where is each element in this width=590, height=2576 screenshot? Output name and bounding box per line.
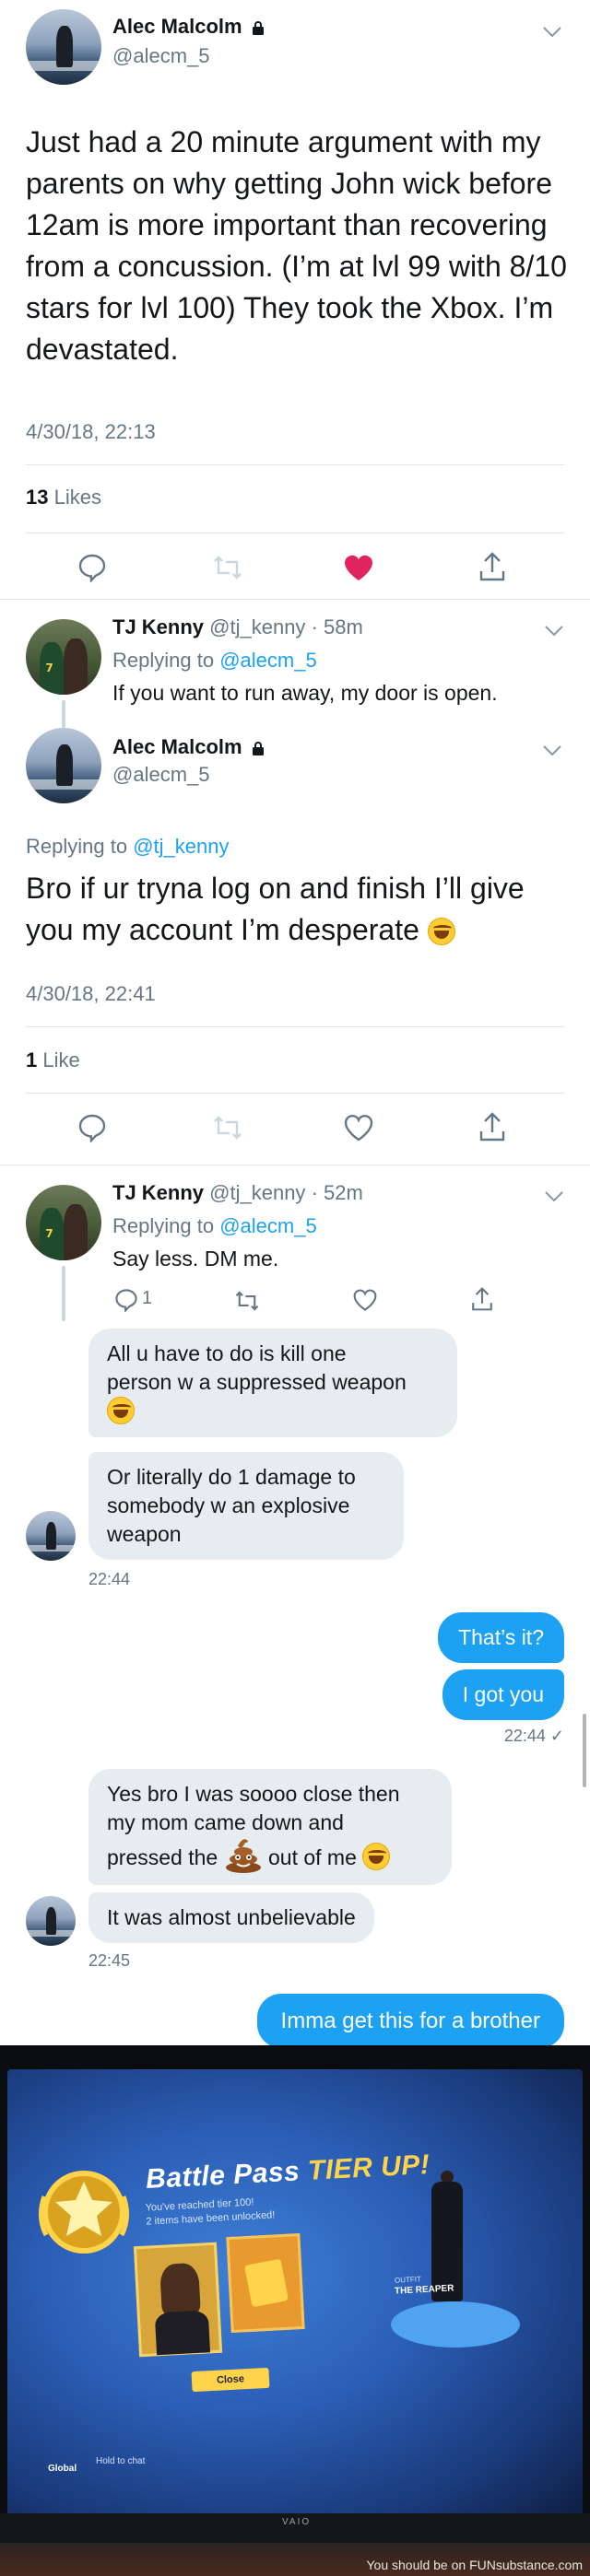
chevron-down-icon[interactable] [544, 625, 564, 638]
message-bubble-incoming: Or literally do 1 damage to somebody w a… [88, 1452, 404, 1560]
mention-link[interactable]: @alecm_5 [219, 1214, 317, 1237]
reply-text: If you want to run away, my door is open… [112, 681, 498, 705]
poop-emoji-icon [225, 1839, 261, 1873]
retweet-icon [214, 1116, 242, 1140]
likes-count[interactable]: 1 Like [26, 1048, 80, 1072]
lock-icon [253, 21, 265, 35]
lock-icon [253, 742, 265, 755]
battle-pass-title: Battle Pass TIER UP! [145, 2149, 431, 2195]
divider [0, 599, 590, 600]
character-pedestal [391, 2301, 520, 2348]
watermark: You should be on FUNsubstance.com [366, 2558, 583, 2572]
share-icon[interactable] [478, 551, 507, 582]
message-time: 22:45 [88, 1951, 131, 1970]
chevron-down-icon[interactable] [542, 26, 562, 39]
tweet-text: Bro if ur tryna log on and finish I’ll g… [26, 872, 525, 946]
author-handle[interactable]: @tj_kenny [209, 1181, 305, 1204]
replying-to: Replying to @alecm_5 [112, 1214, 317, 1237]
reward-card-tier [226, 2232, 305, 2334]
thread-line [62, 1266, 65, 1321]
scrollbar[interactable] [583, 1714, 586, 1787]
tweet-age: · 58m [311, 615, 363, 638]
laughing-emoji-icon [107, 1397, 135, 1424]
avatar[interactable]: 7 [26, 619, 101, 695]
author-handle[interactable]: @alecm_5 [112, 763, 210, 787]
share-icon[interactable] [478, 1111, 507, 1142]
tweet-text: Just had a 20 minute argument with my pa… [26, 125, 567, 366]
reply-icon[interactable] [114, 1288, 138, 1312]
battle-pass-subtitle: You've reached tier 100! 2 items have be… [145, 2196, 276, 2228]
share-icon[interactable] [470, 1286, 494, 1312]
tv-brand: VAIO [282, 2517, 312, 2527]
avatar[interactable] [26, 9, 101, 85]
outfit-label: OUTFIT [394, 2275, 422, 2285]
thread-line [62, 700, 65, 728]
message-bubble-outgoing: I got you [442, 1669, 564, 1720]
heart-icon[interactable] [352, 1288, 378, 1312]
message-bubble-incoming: Yes bro I was soooo close then my mom ca… [88, 1769, 452, 1885]
chat-hint: Hold to chat [96, 2456, 146, 2466]
mention-link[interactable]: @alecm_5 [219, 649, 317, 672]
tweet-age: · 52m [311, 1181, 363, 1204]
author-handle[interactable]: @tj_kenny [209, 615, 305, 638]
reply-text: Say less. DM me. [112, 1247, 279, 1270]
reward-card-outfit [133, 2242, 223, 2358]
avatar[interactable]: 7 [26, 1185, 101, 1260]
divider [26, 1026, 564, 1027]
star-badge-icon [39, 2171, 129, 2254]
chevron-down-icon[interactable] [542, 744, 562, 757]
close-button[interactable]: Close [191, 2367, 270, 2393]
mention-link[interactable]: @tj_kenny [133, 835, 229, 858]
avatar[interactable] [26, 1511, 76, 1561]
laughing-emoji-icon [362, 1843, 391, 1870]
chat-channel: Global [48, 2464, 77, 2474]
replying-to: Replying to @alecm_5 [112, 649, 317, 672]
message-bubble-incoming: It was almost unbelievable [88, 1892, 374, 1943]
reply-icon[interactable] [77, 553, 107, 582]
author-name[interactable]: TJ Kenny [112, 615, 204, 638]
replying-to: Replying to @tj_kenny [26, 835, 230, 858]
message-time-read: 22:44 ✓ [503, 1727, 564, 1745]
divider [26, 1093, 564, 1094]
message-time: 22:44 [88, 1570, 131, 1588]
message-bubble-incoming: All u have to do is kill one person w a … [88, 1329, 457, 1437]
avatar[interactable] [26, 1896, 76, 1946]
retweet-icon [214, 556, 242, 580]
avatar[interactable] [26, 728, 101, 803]
chevron-down-icon[interactable] [544, 1190, 564, 1203]
reply-icon[interactable] [77, 1113, 107, 1142]
tv-screen: Battle Pass TIER UP! You've reached tier… [7, 2069, 583, 2521]
divider [26, 464, 564, 465]
message-bubble-outgoing: That’s it? [438, 1612, 564, 1663]
retweet-icon[interactable] [234, 1290, 260, 1312]
heart-filled-icon[interactable] [343, 553, 374, 582]
tweet-timestamp: 4/30/18, 22:41 [26, 982, 156, 1005]
tv-photo: Battle Pass TIER UP! You've reached tier… [0, 2045, 590, 2576]
message-bubble-outgoing: Imma get this for a brother [256, 1994, 564, 2048]
reply-count: 1 [142, 1288, 153, 1308]
laughing-emoji-icon [427, 918, 455, 945]
tweet-timestamp: 4/30/18, 22:13 [26, 420, 156, 443]
heart-icon[interactable] [343, 1113, 374, 1142]
author-name[interactable]: TJ Kenny [112, 1181, 204, 1204]
author-name[interactable]: Alec Malcolm [112, 15, 242, 38]
likes-count[interactable]: 13 Likes [26, 486, 101, 509]
author-name[interactable]: Alec Malcolm [112, 735, 242, 758]
author-handle[interactable]: @alecm_5 [112, 44, 210, 68]
